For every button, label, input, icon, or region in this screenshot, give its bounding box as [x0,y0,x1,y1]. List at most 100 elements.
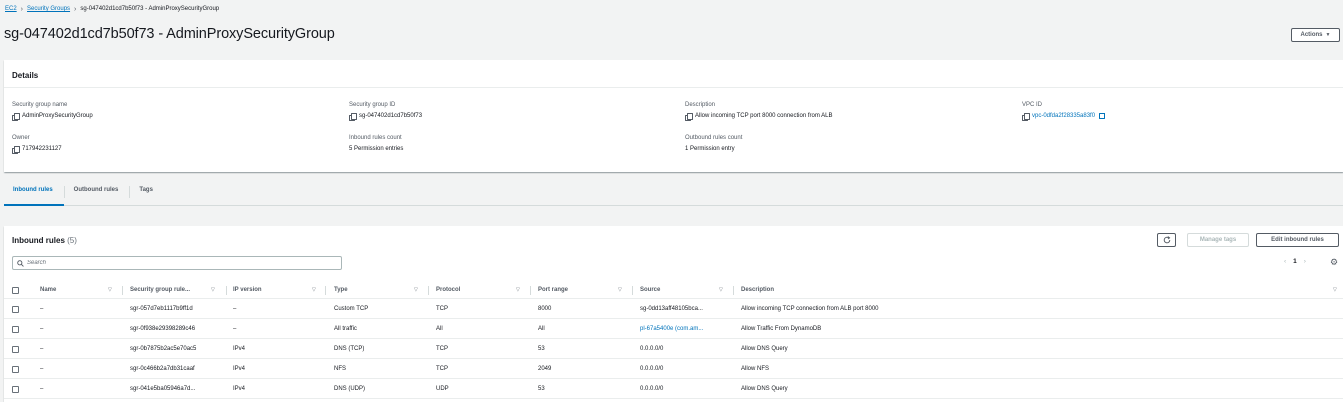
actions-button[interactable]: Actions ▼ [1291,28,1340,42]
tab-tags[interactable]: Tags [130,182,164,205]
outbound-count-value: 1 Permission entry [685,146,735,152]
breadcrumb: EC2 › Security Groups › sg-047402d1cd7b5… [5,5,219,13]
tab-outbound-rules[interactable]: Outbound rules [65,182,130,205]
cell-rule-id: sgr-041e5ba05946a7d... [130,386,196,392]
column-label: Security group rule... [130,287,191,293]
table-row[interactable]: – sgr-057d7eb1117b9ff1d – Custom TCP TCP… [4,299,1343,319]
cell-rule-id: sgr-0f938e29398289c46 [130,326,196,332]
cell-description: Allow DNS Query [741,346,788,352]
inbound-rules-title: Inbound rules [12,236,65,245]
column-header-source[interactable]: Source ▽ [640,281,737,299]
inbound-rules-heading: Inbound rules (5) [12,236,77,245]
breadcrumb-ec2[interactable]: EC2 [5,6,17,12]
table-row[interactable]: – sgr-0c466b2a7db31caaf IPv4 NFS TCP 204… [4,359,1343,379]
column-header-protocol[interactable]: Protocol ▽ [436,281,536,299]
column-label: Type [334,287,348,293]
caret-down-icon: ▼ [1325,32,1331,38]
tab-bar: Inbound rules Outbound rules Tags [4,182,1343,206]
column-header-rule-id[interactable]: Security group rule... ▽ [130,281,230,299]
cell-name: – [40,326,44,332]
sg-name-field: Security group name AdminProxySecurityGr… [12,102,93,121]
next-page-icon[interactable]: › [1304,258,1306,265]
cell-ip-version: – [233,326,237,332]
cell-ip-version: – [233,306,237,312]
gear-icon[interactable]: ⚙ [1330,258,1338,267]
column-header-type[interactable]: Type ▽ [334,281,434,299]
row-checkbox[interactable] [12,319,19,339]
edit-inbound-rules-button[interactable]: Edit inbound rules [1256,233,1339,247]
owner-label: Owner [12,135,30,141]
refresh-button[interactable] [1157,233,1176,247]
description-field: Description Allow incoming TCP port 8000… [685,102,833,121]
cell-type: Custom TCP [334,306,369,312]
copy-icon[interactable] [685,113,693,121]
current-page-number[interactable]: 1 [1293,258,1297,265]
column-label: Source [640,287,661,293]
search-field[interactable] [12,256,342,270]
sort-down-icon: ▽ [1333,287,1337,293]
table-row[interactable]: – sgr-041e5ba05946a7d... IPv4 DNS (UDP) … [4,379,1343,399]
breadcrumb-security-groups[interactable]: Security Groups [27,6,70,12]
cell-type: DNS (UDP) [334,386,365,392]
column-header-ip-version[interactable]: IP version ▽ [233,281,330,299]
sg-id-field: Security group ID sg-047402d1cd7b50f73 [349,102,422,121]
sort-down-icon: ▽ [108,287,112,293]
checkbox-icon [12,345,19,353]
row-checkbox[interactable] [12,299,19,319]
cell-ip-version: IPv4 [233,386,246,392]
page-title: sg-047402d1cd7b50f73 - AdminProxySecurit… [4,26,335,42]
copy-icon[interactable] [12,146,20,154]
cell-rule-id: sgr-057d7eb1117b9ff1d [130,306,193,312]
row-checkbox[interactable] [12,359,19,379]
cell-type: NFS [334,366,346,372]
description-value: Allow incoming TCP port 8000 connection … [695,113,833,119]
search-input[interactable] [27,260,327,266]
copy-icon[interactable] [349,113,357,121]
column-label: Protocol [436,287,461,293]
vpc-field: VPC ID vpc-0dfda2f28335a83f0 [1022,102,1106,121]
cell-source-link[interactable]: pl-67a5400e (com.am... [640,319,703,339]
cell-source: 0.0.0.0/0 [640,346,664,352]
external-link-icon[interactable] [1099,113,1106,119]
table-header: Name ▽ Security group rule... ▽ IP versi… [4,281,1343,299]
actions-label: Actions [1300,32,1323,38]
column-divider [325,285,326,295]
column-header-name[interactable]: Name ▽ [40,281,124,299]
pagination: ‹ 1 › [1284,258,1306,265]
details-panel: Details Security group name AdminProxySe… [4,60,1343,172]
row-checkbox[interactable] [12,339,19,359]
column-label: Name [40,287,57,293]
table-row[interactable]: – sgr-0f938e29398289c46 – All traffic Al… [4,319,1343,339]
tab-inbound-rules[interactable]: Inbound rules [4,182,64,206]
outbound-count-label: Outbound rules count [685,135,743,141]
copy-icon[interactable] [1022,113,1030,121]
column-label: Description [741,287,775,293]
sort-down-icon: ▽ [312,287,316,293]
previous-page-icon[interactable]: ‹ [1284,258,1286,265]
select-all-checkbox[interactable] [12,281,19,299]
search-icon [17,259,24,267]
sort-down-icon: ▽ [516,287,520,293]
cell-name: – [40,346,44,352]
column-header-port-range[interactable]: Port range ▽ [538,281,638,299]
vpc-link[interactable]: vpc-0dfda2f28335a83f0 [1032,113,1095,119]
cell-port-range: 53 [538,386,545,392]
cell-description: Allow incoming TCP connection from ALB p… [741,306,879,312]
row-checkbox[interactable] [12,379,19,399]
cell-description: Allow NFS [741,366,770,372]
cell-ip-version: IPv4 [233,346,246,352]
cell-rule-id: sgr-0c466b2a7db31caaf [130,366,195,372]
checkbox-icon [12,325,19,333]
column-header-description[interactable]: Description ▽ [741,281,1341,299]
manage-tags-button[interactable]: Manage tags [1187,233,1249,247]
column-label: IP version [233,287,262,293]
cell-protocol: TCP [436,346,448,352]
table-row[interactable]: – sgr-0b7875b2ac5e70ac5 IPv4 DNS (TCP) T… [4,339,1343,359]
column-label: Port range [538,287,569,293]
cell-source: sg-0dd13aff48105bca... [640,306,703,312]
copy-icon[interactable] [12,113,20,121]
inbound-count-value: 5 Permission entries [349,146,404,152]
column-divider [632,285,633,295]
cell-protocol: TCP [436,306,448,312]
cell-port-range: 53 [538,346,545,352]
